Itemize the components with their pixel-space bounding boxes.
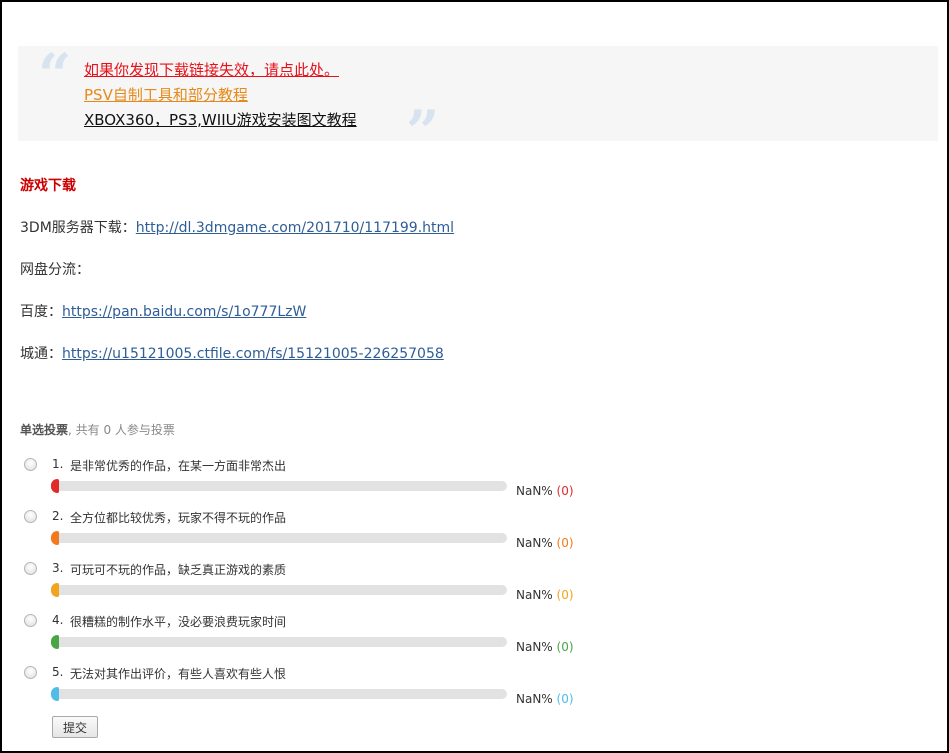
- poll-result: NaN% (0): [516, 692, 574, 706]
- poll-percent: NaN%: [516, 692, 553, 706]
- poll-bar-fill: [51, 531, 59, 545]
- poll-option: 2. 全方位都比较优秀，玩家不得不玩的作品 NaN% (0): [2, 509, 947, 562]
- poll-result: NaN% (0): [516, 640, 574, 654]
- download-line-3dm: 3DM服务器下载：http://dl.3dmgame.com/201710/11…: [20, 217, 454, 237]
- page-frame: “ 如果你发现下载链接失效，请点此处。 PSV自制工具和部分教程 XBOX360…: [0, 0, 949, 753]
- poll-option-label[interactable]: 无法对其作出评价，有些人喜欢有些人恨: [70, 665, 286, 682]
- broken-link-report-link[interactable]: 如果你发现下载链接失效，请点此处。: [84, 60, 339, 80]
- poll-option-label[interactable]: 全方位都比较优秀，玩家不得不玩的作品: [70, 509, 286, 526]
- poll-option-number: 2.: [52, 509, 64, 523]
- poll-bar-fill: [51, 583, 59, 597]
- download-section-title: 游戏下载: [20, 178, 76, 194]
- download-line-baidu: 百度：https://pan.baidu.com/s/1o777LzW: [20, 301, 306, 321]
- download-label: 3DM服务器下载：: [20, 220, 136, 236]
- poll-radio[interactable]: [24, 666, 37, 679]
- poll-result: NaN% (0): [516, 484, 574, 498]
- download-link-ctfile[interactable]: https://u15121005.ctfile.com/fs/15121005…: [62, 346, 444, 362]
- poll-option-label[interactable]: 可玩可不玩的作品，缺乏真正游戏的素质: [70, 561, 286, 578]
- poll-radio[interactable]: [24, 510, 37, 523]
- poll-option: 5. 无法对其作出评价，有些人喜欢有些人恨 NaN% (0): [2, 665, 947, 718]
- download-line-mirror: 网盘分流：: [20, 259, 90, 279]
- poll-bar-track: [51, 583, 507, 597]
- poll-type-label: 单选投票: [20, 423, 69, 437]
- poll-count: (0): [556, 692, 574, 706]
- poll-result: NaN% (0): [516, 536, 574, 550]
- poll-option-label[interactable]: 很糟糕的制作水平，没必要浪费玩家时间: [70, 613, 286, 630]
- download-label: 百度：: [20, 304, 62, 320]
- poll-percent: NaN%: [516, 588, 553, 602]
- psv-tools-link[interactable]: PSV自制工具和部分教程: [84, 85, 248, 105]
- poll-percent: NaN%: [516, 484, 553, 498]
- poll-radio[interactable]: [24, 614, 37, 627]
- poll-count: (0): [556, 588, 574, 602]
- download-label: 城通：: [20, 346, 62, 362]
- poll-option-number: 1.: [52, 457, 64, 471]
- poll-participants: , 共有 0 人参与投票: [68, 423, 175, 437]
- poll-count: (0): [556, 536, 574, 550]
- poll-option: 3. 可玩可不玩的作品，缺乏真正游戏的素质 NaN% (0): [2, 561, 947, 614]
- poll-bar-fill: [51, 687, 59, 701]
- poll-radio[interactable]: [24, 458, 37, 471]
- poll-radio[interactable]: [24, 562, 37, 575]
- poll-bar-fill: [51, 479, 59, 493]
- poll-count: (0): [556, 640, 574, 654]
- poll-percent: NaN%: [516, 536, 553, 550]
- close-quote-icon: ”: [406, 98, 440, 166]
- poll-option-number: 3.: [52, 561, 64, 575]
- poll-option-number: 4.: [52, 613, 64, 627]
- poll-option: 4. 很糟糕的制作水平，没必要浪费玩家时间 NaN% (0): [2, 613, 947, 666]
- poll-option-label[interactable]: 是非常优秀的作品，在某一方面非常杰出: [70, 457, 286, 474]
- install-tutorial-link[interactable]: XBOX360，PS3,WIIU游戏安装图文教程: [84, 110, 357, 130]
- download-link-3dm[interactable]: http://dl.3dmgame.com/201710/117199.html: [136, 220, 454, 236]
- download-line-ctfile: 城通：https://u15121005.ctfile.com/fs/15121…: [20, 343, 444, 363]
- poll-result: NaN% (0): [516, 588, 574, 602]
- download-link-baidu[interactable]: https://pan.baidu.com/s/1o777LzW: [62, 304, 306, 320]
- notice-box: “ 如果你发现下载链接失效，请点此处。 PSV自制工具和部分教程 XBOX360…: [18, 41, 938, 161]
- poll-option-number: 5.: [52, 665, 64, 679]
- poll-count: (0): [556, 484, 574, 498]
- download-label: 网盘分流：: [20, 262, 90, 278]
- poll-bar-track: [51, 687, 507, 701]
- poll-bar-fill: [51, 635, 59, 649]
- open-quote-icon: “: [38, 41, 72, 109]
- poll-bar-track: [51, 479, 507, 493]
- poll-header: 单选投票, 共有 0 人参与投票: [20, 421, 175, 438]
- poll-bar-track: [51, 531, 507, 545]
- poll-option: 1. 是非常优秀的作品，在某一方面非常杰出 NaN% (0): [2, 457, 947, 510]
- poll-percent: NaN%: [516, 640, 553, 654]
- poll-bar-track: [51, 635, 507, 649]
- submit-vote-button[interactable]: 提交: [52, 716, 98, 738]
